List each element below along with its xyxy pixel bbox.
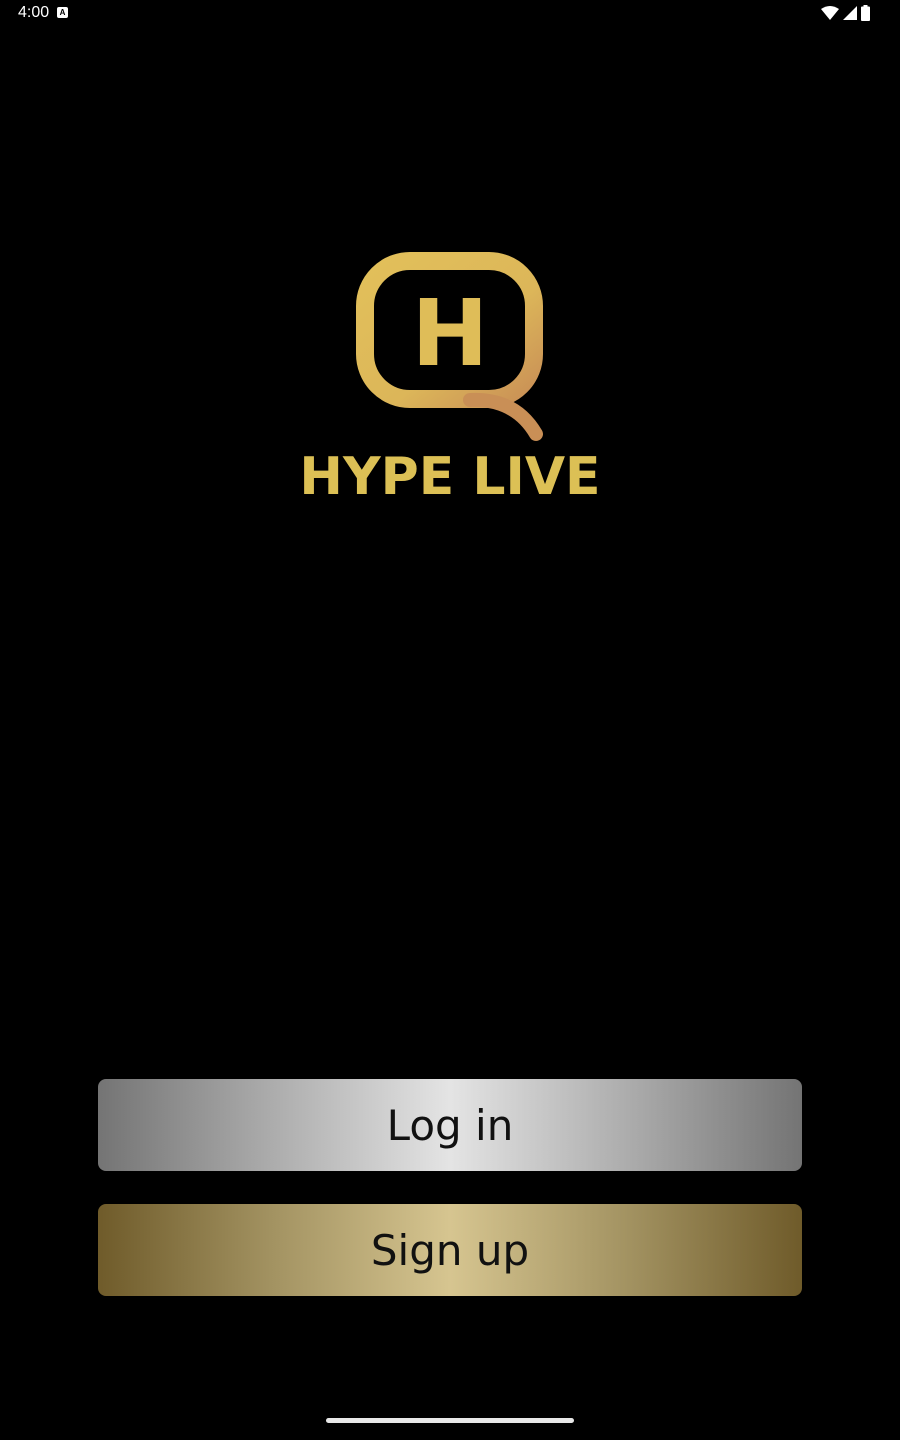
status-icons (821, 5, 870, 21)
logo-tail (463, 392, 543, 441)
app-name: HYPE LIVE (300, 447, 600, 507)
home-indicator[interactable] (326, 1418, 574, 1423)
wifi-icon (821, 6, 839, 20)
status-time: 4:00 (18, 4, 50, 21)
cellular-signal-icon (843, 6, 857, 20)
signup-button[interactable]: Sign up (98, 1204, 802, 1296)
a-icon: A (57, 7, 68, 18)
status-bar: 4:00 A (0, 0, 900, 28)
battery-icon (861, 5, 870, 21)
logo-letter: H (412, 280, 489, 387)
login-button[interactable]: Log in (98, 1079, 802, 1171)
hype-live-logo: H HYPE LIVE (300, 248, 600, 508)
welcome-screen: 4:00 A H HYPE LIVE Log in Sign up (0, 0, 900, 1440)
